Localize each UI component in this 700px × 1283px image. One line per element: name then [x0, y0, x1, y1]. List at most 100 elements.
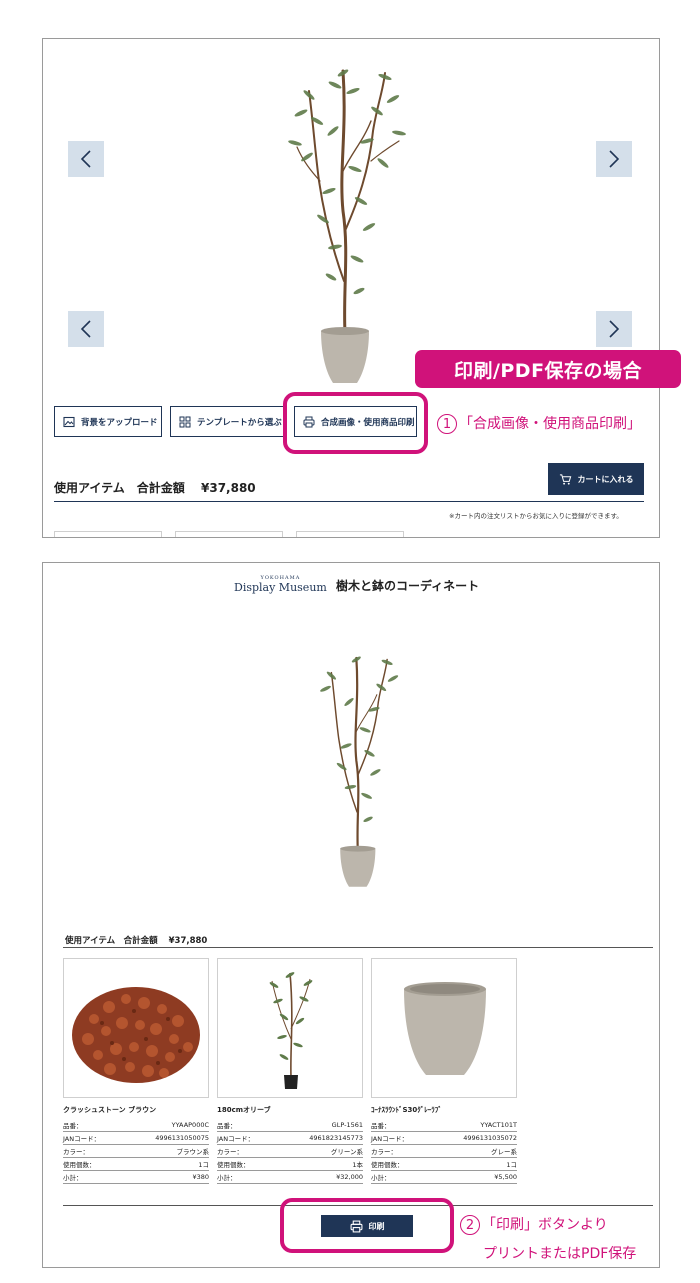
row-value: YYACT101T [480, 1121, 517, 1129]
cart-note: ※カート内の注文リストからお気に入りに登録ができます。 [449, 512, 623, 520]
row-label: 小計： [217, 1174, 237, 1182]
row-label: カラー： [63, 1148, 89, 1156]
product-thumb-2[interactable] [175, 531, 283, 537]
row-label: 品番： [63, 1122, 83, 1130]
row-value: YYAAP000C [171, 1121, 209, 1129]
row-value: 1本 [352, 1161, 363, 1169]
row-label: カラー： [371, 1148, 397, 1156]
chevron-right-icon [609, 320, 620, 338]
color-row: カラー： ブラウン系 [63, 1145, 209, 1158]
jan-row: JANコード： 4961823145773 [217, 1132, 363, 1145]
total-amount: ¥37,880 [201, 481, 256, 495]
olive-tree-image [288, 69, 406, 383]
summary-line: 使用アイテム 合計金額 ¥37,880 [54, 479, 256, 496]
step1-number: 1 [437, 414, 457, 434]
product-name: ｺｰﾅｽﾗｳﾝﾄﾞS30ｸﾞﾚｰﾗﾌﾞ [371, 1106, 442, 1114]
product-info-1: クラッシュストーン ブラウン 品番： YYAAP000C JANコード： 49961… [63, 1105, 209, 1184]
highlight-print-combined [283, 392, 428, 454]
step2-number: 2 [460, 1215, 480, 1235]
color-row: カラー： グレー系 [371, 1145, 517, 1158]
row-label: 品番： [217, 1122, 237, 1130]
subtotal-row: 小計： ¥32,000 [217, 1171, 363, 1184]
grid-icon [179, 416, 191, 427]
chevron-right-icon [609, 150, 620, 168]
olive-product-image [269, 972, 313, 1089]
row-value: ¥380 [192, 1173, 209, 1181]
summary-divider [54, 501, 644, 502]
step2-line1: 「印刷」ボタンより [482, 1217, 608, 1233]
step2-caption: 2 「印刷」ボタンより [460, 1214, 608, 1235]
olive-tree-image [320, 656, 399, 887]
row-label: 小計： [371, 1174, 391, 1182]
highlight-print-button [280, 1198, 454, 1253]
row-label: 使用個数： [217, 1161, 250, 1169]
product-info-3: ｺｰﾅｽﾗｳﾝﾄﾞS30ｸﾞﾚｰﾗﾌﾞ 品番： YYACT101T JANコード：… [371, 1105, 517, 1184]
cart-icon [559, 473, 571, 485]
print-total-amount: ¥37,880 [168, 936, 208, 946]
product-thumb-1[interactable] [54, 531, 162, 537]
step1-caption: 1 「合成画像・使用商品印刷」 [437, 413, 641, 434]
row-label: 小計： [63, 1174, 83, 1182]
product-name: クラッシュストーン ブラウン [63, 1106, 157, 1114]
code-row: 品番： GLP-1561 [217, 1119, 363, 1132]
product-thumb-3[interactable] [296, 531, 404, 537]
pot-product-image [404, 982, 486, 1075]
next-background-button[interactable] [596, 141, 632, 177]
color-row: カラー： グリーン系 [217, 1145, 363, 1158]
code-row: 品番： YYAAP000C [63, 1119, 209, 1132]
logo: YOKOHAMA Display Museum [234, 575, 327, 594]
editor-panel: 背景をアップロード テンプレートから選ぶ 合成画像・使用商品印刷 使用アイテム … [42, 38, 660, 538]
add-to-cart-label: カートに入れる [577, 474, 634, 484]
jan-row: JANコード： 4996131035072 [371, 1132, 517, 1145]
row-label: 品番： [371, 1122, 391, 1130]
page-title: 樹木と鉢のコーディネート [336, 579, 480, 593]
prev-background-button[interactable] [68, 141, 104, 177]
row-value: GLP-1561 [331, 1121, 363, 1129]
print-preview-panel: YOKOHAMA Display Museum 樹木と鉢のコーディネート 使用ア… [42, 562, 660, 1268]
add-to-cart-button[interactable]: カートに入れる [548, 463, 644, 495]
row-value: 4996131035072 [463, 1134, 517, 1142]
row-value: 4961823145773 [309, 1134, 363, 1142]
code-row: 品番： YYACT101T [371, 1119, 517, 1132]
row-value: ブラウン系 [176, 1148, 210, 1156]
choose-template-button[interactable]: テンプレートから選ぶ [170, 406, 285, 437]
step2-line2: プリントまたはPDF保存 [483, 1246, 637, 1262]
row-label: JANコード： [63, 1135, 101, 1143]
upload-background-label: 背景をアップロード [81, 417, 158, 428]
row-value: 4996131050075 [155, 1134, 209, 1142]
qty-row: 使用個数： 1コ [63, 1158, 209, 1171]
row-value: 1コ [198, 1161, 209, 1169]
print-summary-divider [63, 947, 653, 948]
row-label: JANコード： [217, 1135, 255, 1143]
pdf-save-tag: 印刷/PDF保存の場合 [415, 350, 681, 388]
summary-label: 使用アイテム 合計金額 [54, 481, 185, 495]
product-name: 180cmオリーブ [217, 1106, 271, 1114]
row-label: カラー： [217, 1148, 243, 1156]
choose-template-label: テンプレートから選ぶ [197, 417, 282, 428]
product-card-olive [217, 958, 363, 1098]
row-label: 使用個数： [63, 1161, 96, 1169]
image-icon [63, 416, 75, 427]
upload-background-button[interactable]: 背景をアップロード [54, 406, 162, 437]
subtotal-row: 小計： ¥5,500 [371, 1171, 517, 1184]
logo-main: Display Museum [234, 581, 327, 594]
product-card-pot [371, 958, 517, 1098]
crushed-stone-image [72, 987, 200, 1083]
product-card-crushed-stone [63, 958, 209, 1098]
print-summary: 使用アイテム 合計金額 ¥37,880 [65, 934, 207, 946]
chevron-left-icon [80, 150, 91, 168]
row-value: ¥32,000 [336, 1173, 363, 1181]
row-value: グリーン系 [330, 1148, 363, 1156]
row-label: JANコード： [371, 1135, 409, 1143]
qty-row: 使用個数： 1本 [217, 1158, 363, 1171]
prev-pot-button[interactable] [68, 311, 104, 347]
product-info-2: 180cmオリーブ 品番： GLP-1561 JANコード： 49618231457… [217, 1105, 363, 1184]
row-value: ¥5,500 [494, 1173, 517, 1181]
jan-row: JANコード： 4996131050075 [63, 1132, 209, 1145]
step1-text: 「合成画像・使用商品印刷」 [459, 416, 641, 432]
qty-row: 使用個数： 1コ [371, 1158, 517, 1171]
row-label: 使用個数： [371, 1161, 404, 1169]
row-value: 1コ [506, 1161, 517, 1169]
next-pot-button[interactable] [596, 311, 632, 347]
subtotal-row: 小計： ¥380 [63, 1171, 209, 1184]
